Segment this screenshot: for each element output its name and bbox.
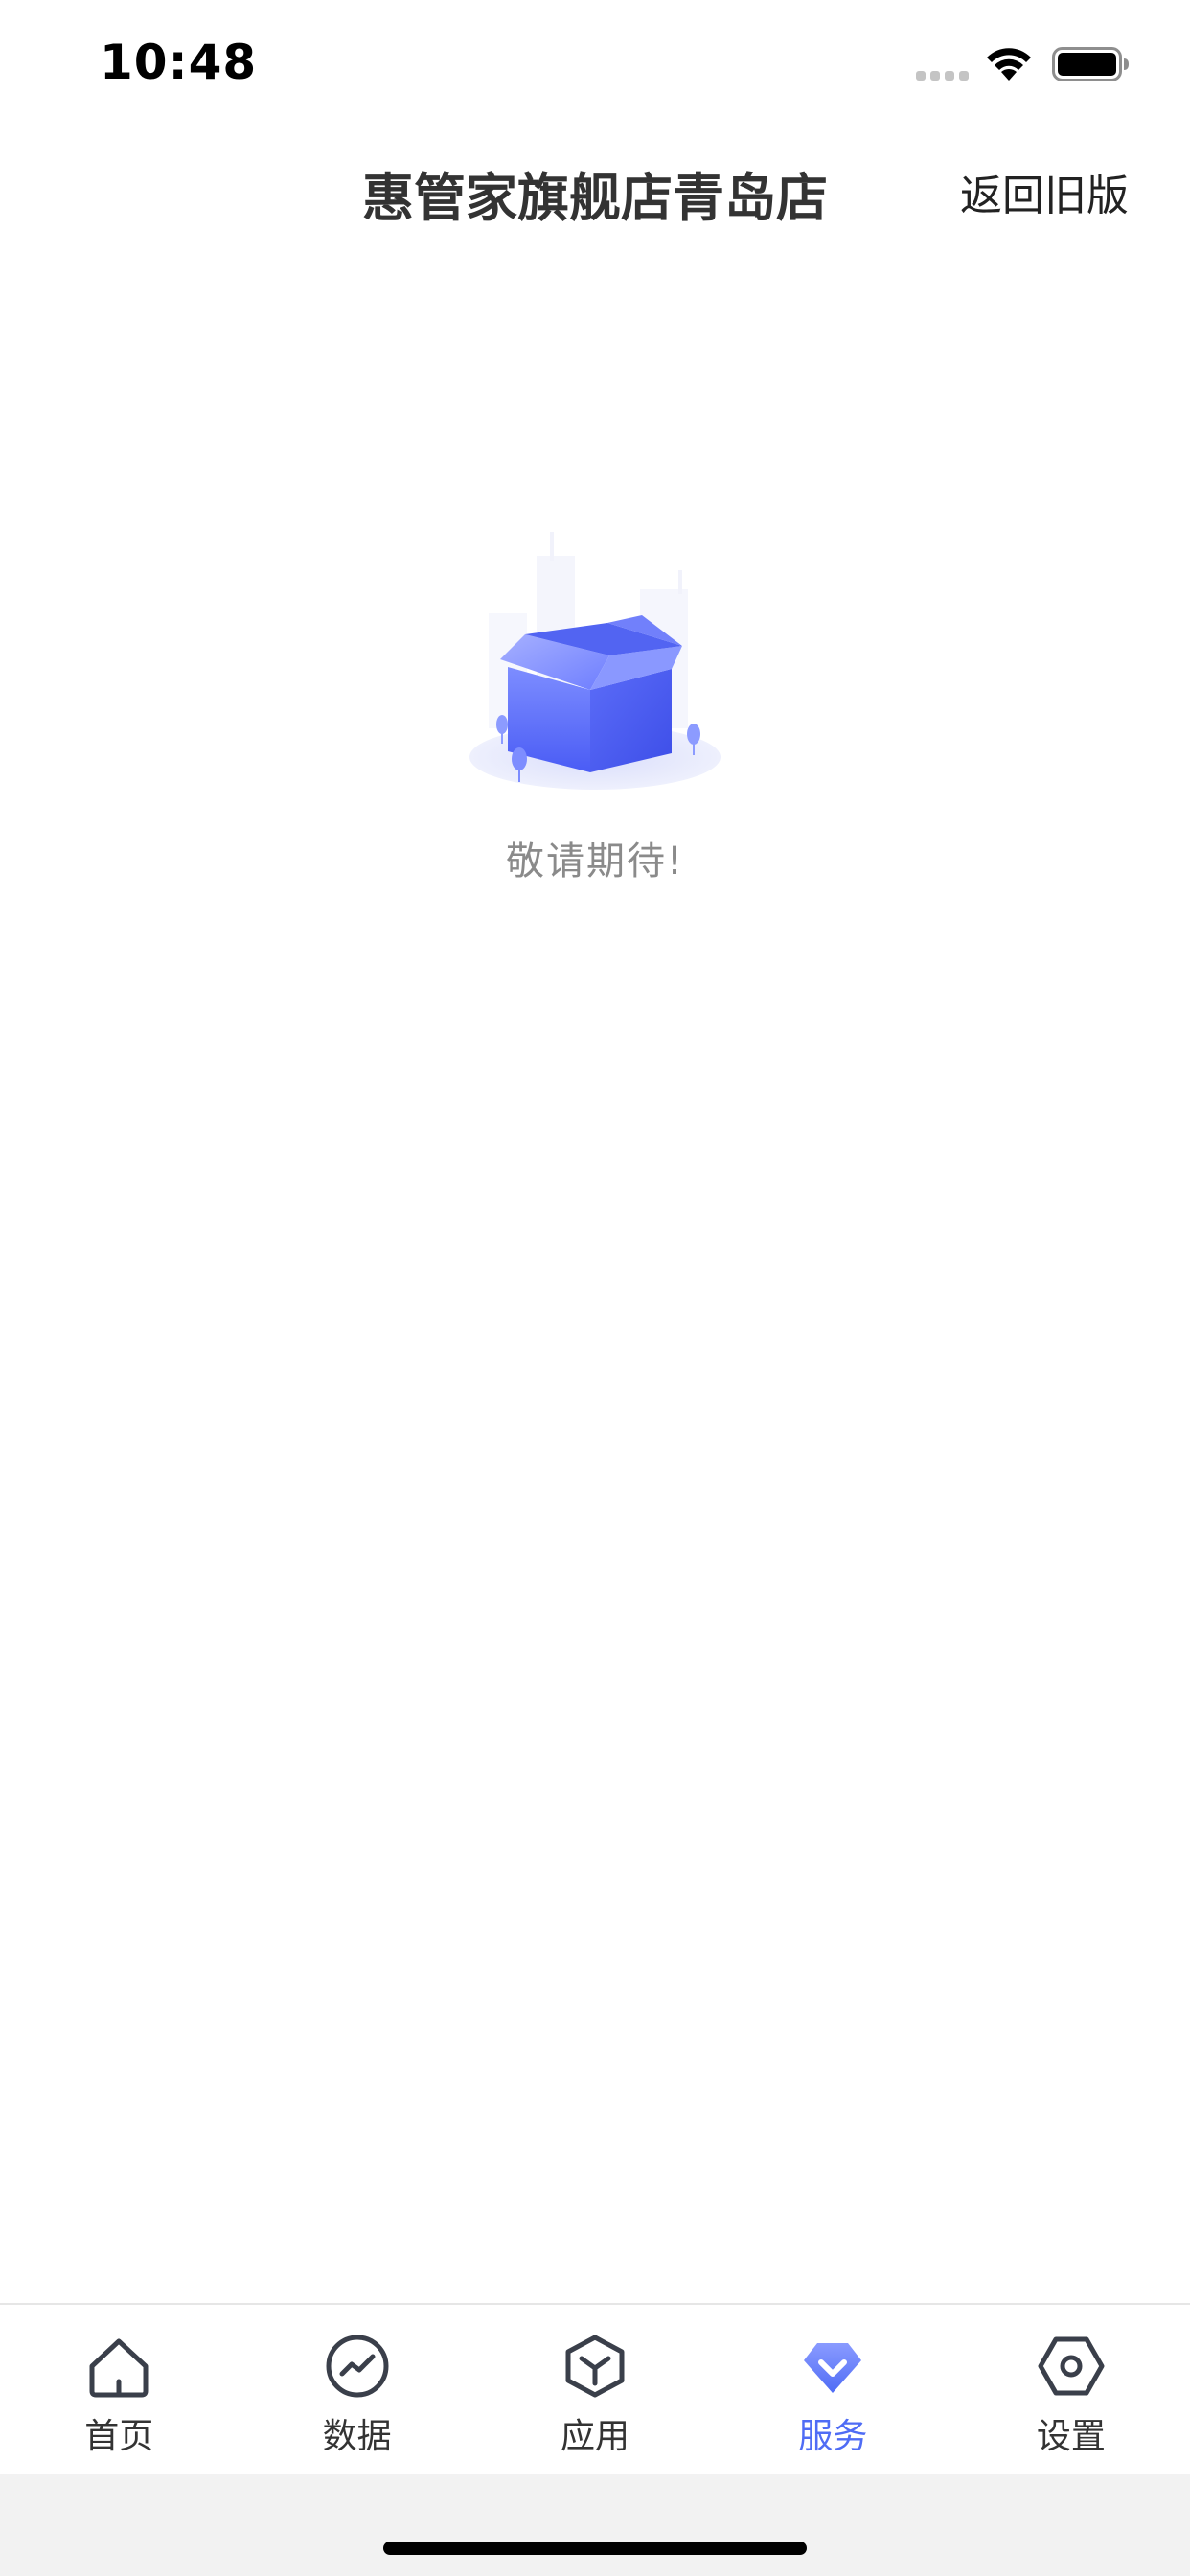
wifi-icon bbox=[987, 48, 1031, 80]
battery-icon bbox=[1052, 47, 1129, 81]
status-bar: 10:48 bbox=[0, 0, 1190, 126]
tab-label: 设置 bbox=[1036, 2417, 1106, 2456]
service-icon bbox=[804, 2343, 862, 2393]
screen: 10:48 惠管家旗舰店青岛店 返回旧版 敬请期待! 首页 数据 应用 服务 设… bbox=[0, 0, 1190, 2576]
tab-service[interactable]: 服务 bbox=[714, 2305, 951, 2474]
tab-apps[interactable]: 应用 bbox=[476, 2305, 714, 2474]
tab-home[interactable]: 首页 bbox=[0, 2305, 238, 2474]
settings-icon bbox=[1038, 2336, 1105, 2396]
chart-icon bbox=[326, 2334, 389, 2398]
empty-state-message: 敬请期待! bbox=[505, 840, 685, 884]
empty-box-illustration bbox=[469, 532, 721, 790]
tab-label: 数据 bbox=[322, 2417, 392, 2456]
home-icon bbox=[89, 2338, 149, 2398]
tab-label: 首页 bbox=[84, 2417, 154, 2456]
tab-settings[interactable]: 设置 bbox=[952, 2305, 1190, 2474]
cellular-signal-icon bbox=[916, 71, 970, 80]
tab-data[interactable]: 数据 bbox=[238, 2305, 475, 2474]
tab-label: 服务 bbox=[798, 2417, 868, 2456]
cube-icon bbox=[565, 2334, 625, 2398]
back-to-old-version-button[interactable]: 返回旧版 bbox=[960, 161, 1129, 222]
tab-bar: 首页 数据 应用 服务 设置 bbox=[0, 2303, 1190, 2474]
nav-bar: 惠管家旗舰店青岛店 返回旧版 bbox=[0, 126, 1190, 251]
status-time: 10:48 bbox=[100, 34, 258, 90]
home-indicator[interactable] bbox=[383, 2542, 807, 2555]
tab-label: 应用 bbox=[561, 2417, 630, 2456]
home-indicator-area bbox=[0, 2474, 1190, 2576]
